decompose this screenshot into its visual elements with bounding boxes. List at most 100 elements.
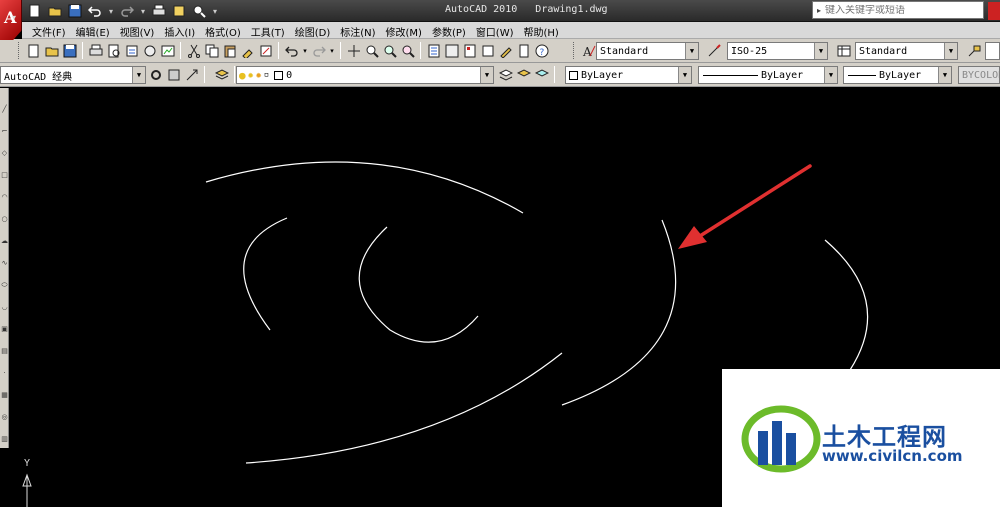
- new-file-icon[interactable]: [26, 2, 44, 20]
- undo-icon[interactable]: [86, 2, 104, 20]
- workspace-toggle-icon[interactable]: [183, 66, 200, 83]
- text-style-select[interactable]: Standard ▼: [596, 42, 699, 60]
- menu-format[interactable]: 格式(O): [205, 22, 241, 39]
- markup-icon[interactable]: [497, 42, 514, 59]
- menu-draw[interactable]: 绘图(D): [295, 22, 331, 39]
- match-properties-icon[interactable]: [239, 42, 256, 59]
- arc-tool-icon[interactable]: ◠: [0, 194, 9, 201]
- save-icon[interactable]: [61, 42, 78, 59]
- toolbar-grip[interactable]: [573, 42, 576, 59]
- polyline-tool-icon[interactable]: ⌐: [0, 128, 9, 135]
- layer-state-manager-icon[interactable]: [533, 66, 550, 83]
- polygon-tool-icon[interactable]: ◇: [0, 150, 9, 157]
- make-block-tool-icon[interactable]: ▤: [0, 348, 9, 355]
- menu-insert[interactable]: 插入(I): [164, 22, 195, 39]
- region-tool-icon[interactable]: ◎: [0, 414, 9, 421]
- publish-icon[interactable]: [170, 2, 188, 20]
- arc-left-small[interactable]: [243, 217, 288, 331]
- cut-icon[interactable]: [185, 42, 202, 59]
- menu-file[interactable]: 文件(F): [32, 22, 66, 39]
- workspace-settings-icon[interactable]: [147, 66, 164, 83]
- redo-icon[interactable]: [310, 42, 327, 59]
- paste-icon[interactable]: [221, 42, 238, 59]
- circle-tool-icon[interactable]: ○: [0, 216, 9, 223]
- point-tool-icon[interactable]: ·: [0, 370, 9, 377]
- color-select[interactable]: ByLayer ▼: [565, 66, 692, 84]
- zoom-realtime-icon[interactable]: [363, 42, 380, 59]
- design-center-icon[interactable]: [159, 42, 176, 59]
- rectangle-tool-icon[interactable]: □: [0, 172, 9, 179]
- menu-tools[interactable]: 工具(T): [251, 22, 285, 39]
- qnew-icon[interactable]: [25, 42, 42, 59]
- multileader-style-select[interactable]: [985, 42, 1000, 60]
- arc-right-highlighted[interactable]: [561, 219, 677, 406]
- help-search-box[interactable]: ▸: [812, 1, 984, 19]
- undo-dropdown-icon[interactable]: ▾: [301, 42, 309, 59]
- application-menu-button[interactable]: A: [0, 0, 22, 40]
- layer-select[interactable]: ● ✹ ✹ ▫ 0 ▼: [236, 66, 494, 84]
- revcloud-tool-icon[interactable]: ☁: [0, 238, 9, 245]
- plotstyle-select[interactable]: BYCOLOR: [958, 66, 1000, 84]
- arc-top-outer[interactable]: [205, 161, 524, 214]
- text-style-icon[interactable]: A: [580, 42, 597, 59]
- undo-dropdown-icon[interactable]: ▾: [106, 2, 116, 20]
- ellipse-tool-icon[interactable]: ⬭: [0, 282, 9, 289]
- ellipse-arc-tool-icon[interactable]: ◡: [0, 304, 9, 311]
- menu-dimension[interactable]: 标注(N): [340, 22, 375, 39]
- redo-dropdown-icon[interactable]: ▾: [328, 42, 336, 59]
- dimension-style-select[interactable]: ISO-25 ▼: [727, 42, 828, 60]
- insert-block-tool-icon[interactable]: ▣: [0, 326, 9, 333]
- menu-view[interactable]: 视图(V): [120, 22, 155, 39]
- dimension-style-icon[interactable]: [706, 42, 723, 59]
- tool-palettes-icon[interactable]: [461, 42, 478, 59]
- workspace-select[interactable]: AutoCAD 经典 ▼: [0, 66, 146, 84]
- line-tool-icon[interactable]: ╱: [0, 106, 9, 113]
- customize-dropdown-icon[interactable]: ▾: [210, 2, 220, 20]
- window-close-icon[interactable]: [988, 2, 1000, 20]
- table-style-icon[interactable]: [835, 42, 852, 59]
- menu-help[interactable]: 帮助(H): [524, 22, 559, 39]
- multileader-style-icon[interactable]: [965, 42, 982, 59]
- menu-modify[interactable]: 修改(M): [386, 22, 422, 39]
- toolbar-grip[interactable]: [18, 42, 21, 59]
- search-input[interactable]: [825, 4, 975, 16]
- zoom-icon[interactable]: [190, 2, 208, 20]
- plot-icon[interactable]: [87, 42, 104, 59]
- hatch-tool-icon[interactable]: ▦: [0, 392, 9, 399]
- 3dprint-icon[interactable]: [141, 42, 158, 59]
- menu-edit[interactable]: 编辑(E): [76, 22, 110, 39]
- menu-window[interactable]: 窗口(W): [476, 22, 514, 39]
- open-icon[interactable]: [43, 42, 60, 59]
- arc-bottom-outer[interactable]: [245, 352, 563, 464]
- undo-icon[interactable]: [283, 42, 300, 59]
- linetype-select[interactable]: ByLayer ▼: [698, 66, 838, 84]
- copy-icon[interactable]: [203, 42, 220, 59]
- publish-icon[interactable]: [123, 42, 140, 59]
- lineweight-select[interactable]: ByLayer ▼: [843, 66, 952, 84]
- designcenter-icon[interactable]: [443, 42, 460, 59]
- make-object-layer-current-icon[interactable]: [497, 66, 514, 83]
- save-icon[interactable]: [66, 2, 84, 20]
- arc-far-right[interactable]: [824, 239, 869, 371]
- quickcalc-icon[interactable]: [515, 42, 532, 59]
- redo-dropdown-icon[interactable]: ▾: [138, 2, 148, 20]
- table-style-select[interactable]: Standard ▼: [855, 42, 958, 60]
- layer-properties-icon[interactable]: [213, 66, 230, 83]
- redo-icon[interactable]: [118, 2, 136, 20]
- table-tool-icon[interactable]: ▥: [0, 436, 9, 443]
- plot-icon[interactable]: [150, 2, 168, 20]
- arc-center[interactable]: [358, 226, 479, 343]
- properties-icon[interactable]: [425, 42, 442, 59]
- menu-parametric[interactable]: 参数(P): [432, 22, 466, 39]
- pan-icon[interactable]: [345, 42, 362, 59]
- zoom-window-icon[interactable]: [381, 42, 398, 59]
- open-folder-icon[interactable]: [46, 2, 64, 20]
- zoom-previous-icon[interactable]: [399, 42, 416, 59]
- help-icon[interactable]: ?: [533, 42, 550, 59]
- plot-preview-icon[interactable]: [105, 42, 122, 59]
- sheet-set-icon[interactable]: [479, 42, 496, 59]
- layer-previous-icon[interactable]: [515, 66, 532, 83]
- spline-tool-icon[interactable]: ∿: [0, 260, 9, 267]
- block-editor-icon[interactable]: [257, 42, 274, 59]
- workspace-save-icon[interactable]: [165, 66, 182, 83]
